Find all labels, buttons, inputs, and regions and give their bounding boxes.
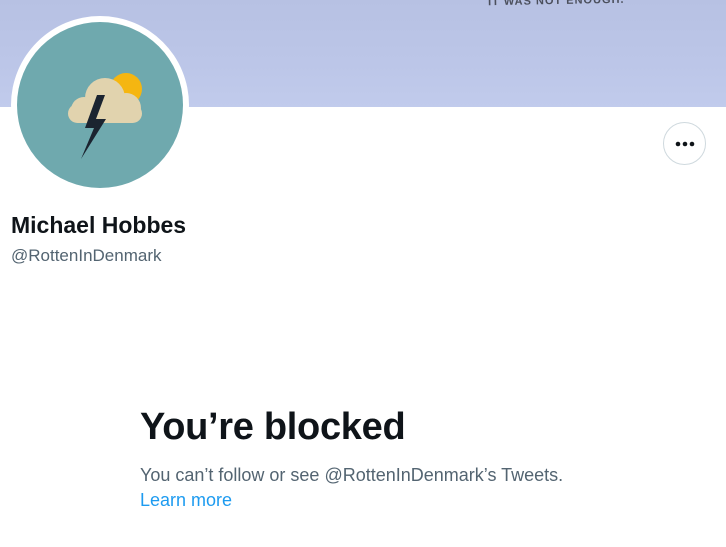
profile-name: Michael Hobbes (11, 212, 187, 238)
blocked-title: You’re blocked (140, 406, 406, 448)
profile-handle: @RottenInDenmark (11, 246, 162, 265)
blocked-message: You can’t follow or see @RottenInDenmark… (140, 465, 564, 485)
banner-text: IT WAS NOT ENOUGH. (487, 0, 625, 9)
avatar-image (17, 22, 183, 188)
avatar[interactable] (11, 16, 189, 194)
storm-cloud-icon (68, 73, 142, 159)
learn-more-link[interactable]: Learn more (140, 490, 232, 511)
more-options-button[interactable] (663, 122, 706, 165)
profile-page: IT WAS NOT ENOUGH. Michael Hobbes @Rotte… (0, 0, 726, 547)
more-horizontal-icon (675, 141, 694, 146)
